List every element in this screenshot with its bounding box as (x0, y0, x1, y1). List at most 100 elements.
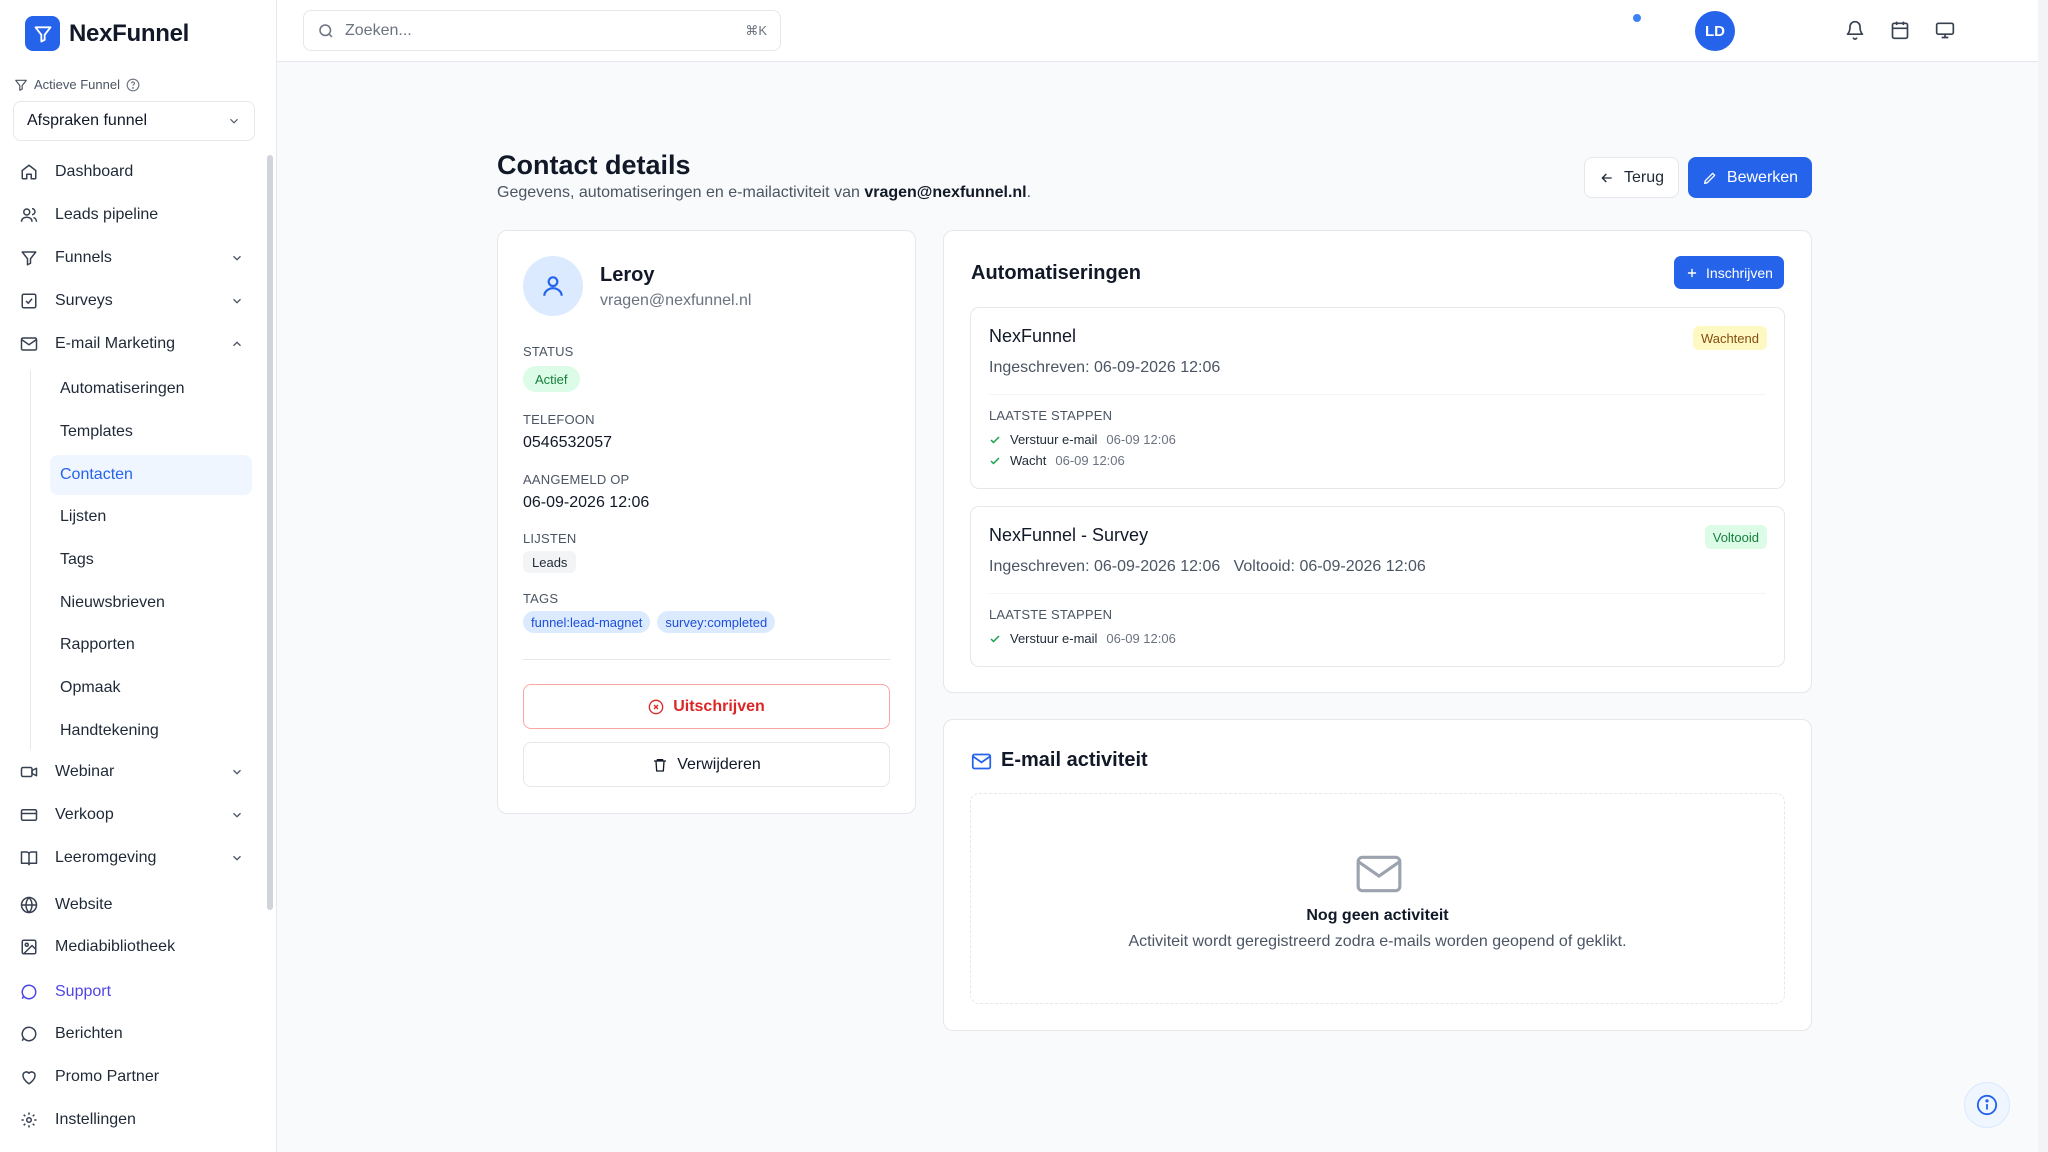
back-button[interactable]: Terug (1584, 157, 1679, 198)
sidebar-item-label: Funnels (55, 249, 112, 266)
automations-card: Automatiseringen Inschrijven NexFunnel W… (943, 230, 1812, 693)
step-time: 06-09 12:06 (1106, 631, 1176, 646)
sidebar-item-email-marketing[interactable]: E-mail Marketing (20, 325, 250, 363)
active-funnel-select[interactable]: Afspraken funnel (13, 101, 255, 141)
back-button-label: Terug (1623, 168, 1665, 186)
pencil-icon (1703, 172, 1716, 184)
sidebar-item-webinar[interactable]: Webinar (20, 753, 250, 791)
sidebar-subitem-lijsten[interactable]: Lijsten (50, 497, 252, 537)
enroll-button[interactable]: Inschrijven (1674, 256, 1784, 289)
active-funnel-label: Actieve Funnel (14, 77, 140, 92)
sidebar-item-website[interactable]: Website (20, 886, 250, 924)
page-scrollbar[interactable] (2038, 0, 2048, 1152)
step-item: Verstuur e-mail 06-09 12:06 (989, 631, 1176, 646)
sidebar-item-label: Verkoop (55, 806, 114, 823)
email-activity-title: E-mail activiteit (1001, 749, 1148, 771)
sidebar-item-label: Mediabibliotheek (55, 938, 176, 955)
funnel-icon (15, 79, 27, 91)
video-icon (20, 766, 38, 778)
sidebar-item-instellingen[interactable]: Instellingen (20, 1101, 250, 1139)
lists-label: LIJSTEN (523, 531, 577, 546)
monitor-icon[interactable] (1935, 20, 1955, 40)
active-funnel-value: Afspraken funnel (27, 112, 148, 129)
submenu-guide-line (30, 370, 31, 750)
step-name: Verstuur e-mail (1010, 432, 1098, 447)
divider (989, 394, 1766, 395)
unsubscribe-button[interactable]: Uitschrijven (523, 684, 890, 729)
contact-name: Leroy (600, 264, 655, 286)
sidebar-item-leeromgeving[interactable]: Leeromgeving (20, 839, 250, 877)
step-item: Verstuur e-mail 06-09 12:06 (989, 432, 1176, 447)
search-shortcut: ⌘K (745, 22, 767, 38)
sidebar-item-funnels[interactable]: Funnels (20, 239, 250, 277)
sidebar-item-verkoop[interactable]: Verkoop (20, 796, 250, 834)
info-icon (1976, 1094, 1998, 1116)
bell-icon[interactable] (1845, 20, 1865, 40)
chevron-down-icon (230, 118, 238, 124)
tag-chip: survey:completed (657, 611, 776, 633)
arrow-left-icon (1601, 173, 1612, 182)
sidebar-item-leads-pipeline[interactable]: Leads pipeline (20, 196, 250, 234)
sidebar-item-label: Surveys (55, 292, 113, 309)
help-button[interactable] (1964, 1082, 2010, 1128)
sidebar-item-label: Leeromgeving (55, 849, 157, 866)
registered-label: AANGEMELD OP (523, 472, 630, 487)
edit-button[interactable]: Bewerken (1688, 157, 1812, 198)
automations-title: Automatiseringen (971, 262, 1142, 284)
sidebar-item-support[interactable]: Support (20, 973, 250, 1011)
divider (989, 593, 1766, 594)
sidebar-subitem-tags[interactable]: Tags (50, 540, 252, 580)
search-icon (319, 23, 333, 38)
funnel-icon (21, 251, 37, 266)
registered-value: 06-09-2026 12:06 (523, 494, 650, 511)
automation-item[interactable]: NexFunnel - Survey Voltooid Ingeschreven… (970, 506, 1785, 667)
status-badge-waiting: Wachtend (1692, 326, 1767, 350)
chevron-down-icon (233, 855, 241, 861)
chat-icon (21, 984, 37, 1000)
delete-button[interactable]: Verwijderen (523, 742, 890, 787)
search-input[interactable]: Zoeken... ⌘K (303, 10, 781, 51)
steps-label: LAATSTE STAPPEN (989, 408, 1113, 423)
sidebar-item-promo-partner[interactable]: Promo Partner (20, 1058, 250, 1096)
sidebar-subitem-templates[interactable]: Templates (50, 412, 252, 452)
page-subtitle-email: vragen@nexfunnel.nl (864, 184, 1027, 201)
sidebar-scrollbar[interactable] (267, 155, 273, 910)
sidebar-item-berichten[interactable]: Berichten (20, 1015, 250, 1053)
automation-item[interactable]: NexFunnel Wachtend Ingeschreven: 06-09-2… (970, 307, 1785, 489)
sidebar-item-mediabibliotheek[interactable]: Mediabibliotheek (20, 928, 250, 966)
sidebar-subitem-handtekening[interactable]: Handtekening (50, 711, 252, 751)
sidebar-item-dashboard[interactable]: Dashboard (20, 153, 250, 191)
sidebar: NexFunnel Actieve Funnel Afspraken funne… (0, 0, 277, 1152)
active-funnel-label-text: Actieve Funnel (34, 77, 120, 92)
calendar-icon[interactable] (1890, 20, 1910, 40)
page-title: Contact details (497, 150, 691, 180)
logo[interactable]: NexFunnel (25, 16, 189, 51)
check-icon (990, 634, 1000, 643)
sidebar-subitem-rapporten[interactable]: Rapporten (50, 625, 252, 665)
sidebar-item-label: E-mail Marketing (55, 335, 176, 352)
users-icon (20, 207, 38, 222)
avatar[interactable]: LD (1695, 11, 1735, 51)
sidebar-subitem-nieuwsbrieven[interactable]: Nieuwsbrieven (50, 583, 252, 623)
contact-avatar (523, 256, 583, 316)
help-circle-icon[interactable] (126, 78, 140, 92)
empty-state-title: Nog geen activiteit (1306, 907, 1449, 924)
step-item: Wacht 06-09 12:06 (989, 453, 1125, 468)
page-subtitle-text: Gegevens, automatiseringen en e-mailacti… (497, 184, 865, 201)
page-subtitle-end: . (1026, 184, 1032, 201)
sidebar-item-surveys[interactable]: Surveys (20, 282, 250, 320)
phone-value: 0546532057 (523, 434, 612, 451)
tags-label: TAGS (523, 591, 559, 606)
globe-icon (20, 896, 38, 914)
sidebar-subitem-contacten[interactable]: Contacten (50, 455, 252, 495)
step-name: Verstuur e-mail (1010, 631, 1098, 646)
steps-label: LAATSTE STAPPEN (989, 607, 1113, 622)
mail-icon (20, 337, 38, 351)
sidebar-subitem-automatiseringen[interactable]: Automatiseringen (50, 369, 252, 409)
home-icon (21, 164, 37, 180)
brand-name: NexFunnel (69, 19, 189, 47)
edit-button-label: Bewerken (1726, 168, 1799, 186)
sidebar-subitem-opmaak[interactable]: Opmaak (50, 668, 252, 708)
topbar: Zoeken... ⌘K (277, 0, 2040, 62)
automation-name: NexFunnel (989, 326, 1077, 346)
